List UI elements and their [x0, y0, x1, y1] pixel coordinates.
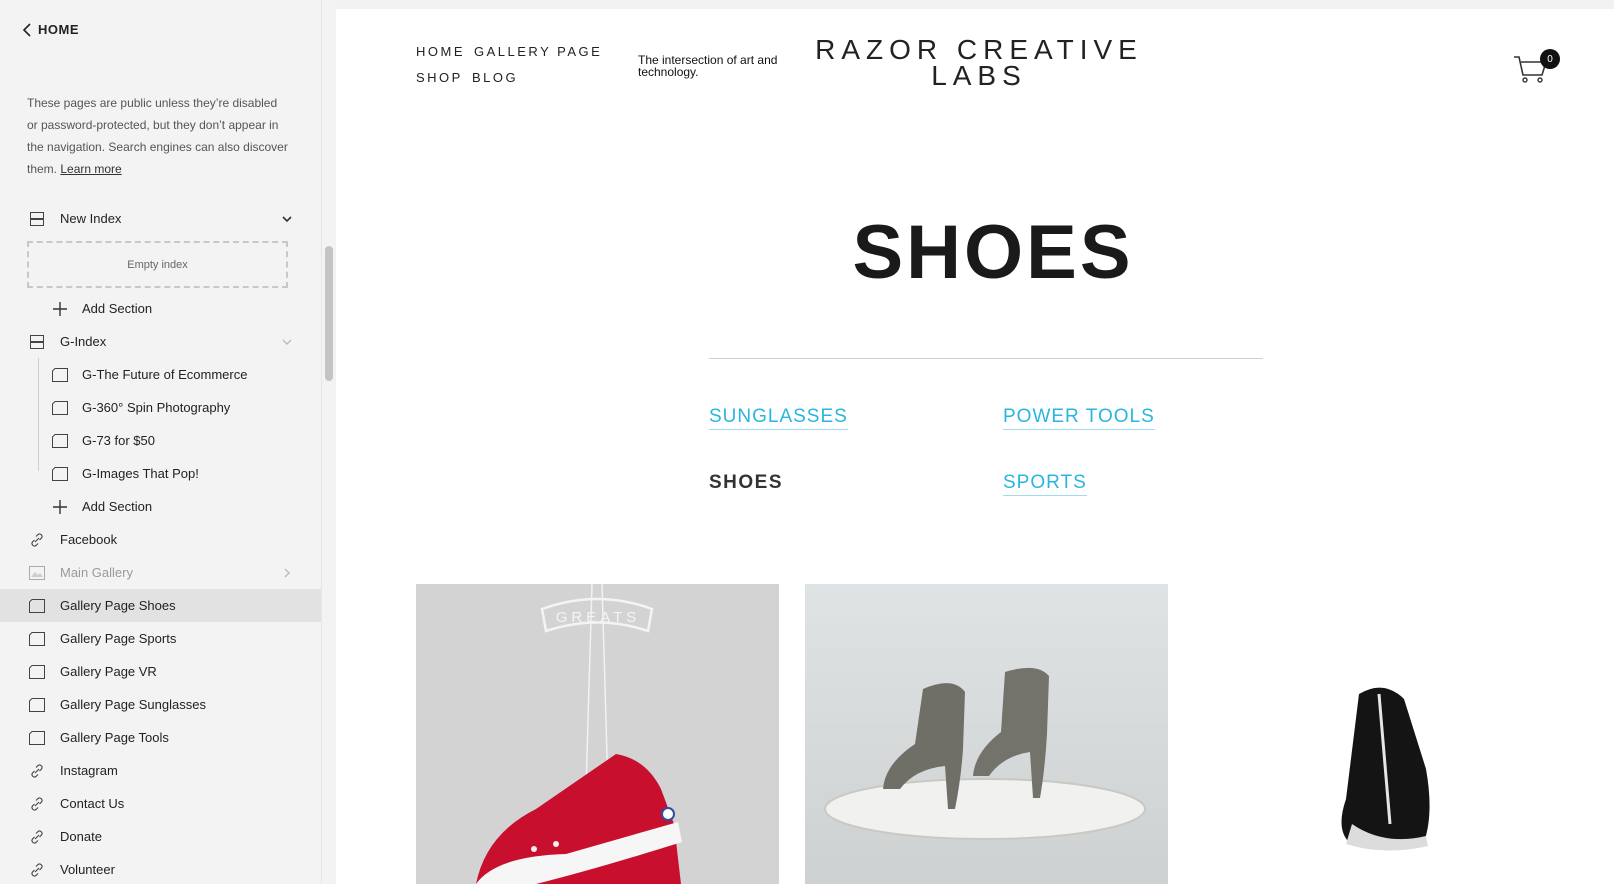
sidebar-item-facebook[interactable]: Facebook	[0, 523, 321, 556]
link-icon	[29, 796, 45, 811]
sidebar-item-label: New Index	[60, 211, 122, 226]
sidebar-item-label: Gallery Page Tools	[60, 730, 169, 745]
sidebar-item-new-index[interactable]: New Index	[0, 202, 321, 235]
sidebar-item-label: G-Images That Pop!	[82, 466, 199, 481]
page-icon	[29, 598, 45, 613]
add-section-label: Add Section	[82, 499, 153, 514]
sidebar-item-g-future-ecommerce[interactable]: G-The Future of Ecommerce	[0, 358, 321, 391]
sidebar-scrollbar-thumb[interactable]	[325, 246, 333, 381]
sidebar-item-label: Donate	[60, 829, 102, 844]
pages-sidebar: HOME ⌃ These pages are public unless the…	[0, 0, 321, 884]
chevron-up-icon[interactable]: ⌃	[284, 76, 292, 81]
sidebar-item-label: Facebook	[60, 532, 118, 547]
sidebar-item-main-gallery[interactable]: Main Gallery	[0, 556, 321, 589]
heeled-boots-image	[824, 667, 1146, 840]
sidebar-item-label: G-Index	[60, 334, 107, 349]
category-link-power-tools[interactable]: POWER TOOLS	[1003, 406, 1155, 430]
page-icon	[29, 631, 45, 646]
sidebar-item-g-360-spin[interactable]: G-360° Spin Photography	[0, 391, 321, 424]
index-icon	[29, 211, 45, 226]
sidebar-item-label: Gallery Page Shoes	[60, 598, 176, 613]
cart-count-badge: 0	[1540, 49, 1560, 69]
sidebar-item-label: Gallery Page VR	[60, 664, 157, 679]
divider	[709, 358, 1263, 359]
sidebar-item-gallery-page-tools[interactable]: Gallery Page Tools	[0, 721, 321, 754]
sidebar-scrollbar-track	[321, 0, 335, 884]
sidebar-item-volunteer[interactable]: Volunteer	[0, 853, 321, 884]
nav-link-blog[interactable]: BLOG	[472, 70, 518, 85]
chevron-down-icon[interactable]	[281, 213, 293, 225]
sidebar-item-donate[interactable]: Donate	[0, 820, 321, 853]
chevron-down-icon[interactable]	[281, 336, 293, 348]
site-title[interactable]: RAZOR CREATIVE LABS	[794, 36, 1164, 90]
sidebar-item-instagram[interactable]: Instagram	[0, 754, 321, 787]
category-current-shoes: SHOES	[709, 472, 784, 493]
sidebar-item-g-index[interactable]: G-Index	[0, 325, 321, 358]
page-icon	[52, 466, 68, 481]
index-icon	[29, 334, 45, 349]
black-sneaker-image	[1341, 687, 1430, 851]
gallery-image-heeled-boots[interactable]	[805, 584, 1168, 884]
red-sneakers-image: GREATS	[476, 584, 682, 884]
nav-link-shop[interactable]: SHOP	[416, 70, 463, 85]
sidebar-item-label: Instagram	[60, 763, 118, 778]
sidebar-item-contact-us[interactable]: Contact Us	[0, 787, 321, 820]
sidebar-item-gallery-page-shoes[interactable]: Gallery Page Shoes	[0, 589, 321, 622]
sidebar-item-label: Volunteer	[60, 862, 115, 877]
link-icon	[29, 829, 45, 844]
plus-icon	[52, 301, 68, 316]
page-icon	[52, 400, 68, 415]
page-icon	[52, 433, 68, 448]
sidebar-item-label: Gallery Page Sunglasses	[60, 697, 206, 712]
sidebar-item-g-images-that-pop[interactable]: G-Images That Pop!	[0, 457, 321, 490]
sidebar-item-label: Gallery Page Sports	[60, 631, 177, 646]
greats-print: GREATS	[556, 609, 641, 626]
pages-list: ⌃ These pages are public unless they’re …	[0, 76, 321, 884]
sidebar-item-label: G-360° Spin Photography	[82, 400, 231, 415]
site-tagline: The intersection of art and technology.	[638, 53, 778, 79]
empty-index-placeholder: Empty index	[27, 241, 288, 288]
link-icon	[29, 763, 45, 778]
learn-more-link[interactable]: Learn more	[60, 162, 121, 176]
gallery-icon	[29, 565, 45, 580]
category-link-sunglasses[interactable]: SUNGLASSES	[709, 406, 848, 430]
sidebar-item-gallery-page-vr[interactable]: Gallery Page VR	[0, 655, 321, 688]
page-icon	[52, 367, 68, 382]
chevron-right-icon[interactable]	[281, 567, 293, 579]
sidebar-item-label: Main Gallery	[60, 565, 133, 580]
home-back-label: HOME	[38, 22, 79, 37]
link-icon	[29, 862, 45, 877]
link-icon	[29, 532, 45, 547]
chevron-left-icon	[22, 22, 31, 37]
sidebar-item-gallery-page-sports[interactable]: Gallery Page Sports	[0, 622, 321, 655]
add-section-button[interactable]: Add Section	[0, 292, 321, 325]
add-section-button[interactable]: Add Section	[0, 490, 321, 523]
sidebar-item-label: G-73 for $50	[82, 433, 155, 448]
nav-link-gallery-page[interactable]: GALLERY PAGE	[474, 44, 602, 59]
page-icon	[29, 664, 45, 679]
page-icon	[29, 697, 45, 712]
sidebar-item-gallery-page-sunglasses[interactable]: Gallery Page Sunglasses	[0, 688, 321, 721]
category-link-sports[interactable]: SPORTS	[1003, 472, 1087, 496]
sidebar-item-g-73-for-50[interactable]: G-73 for $50	[0, 424, 321, 457]
home-back-button[interactable]: HOME	[22, 22, 79, 37]
plus-icon	[52, 499, 68, 514]
site-preview: HOME GALLERY PAGE SHOP BLOG The intersec…	[336, 9, 1614, 884]
sidebar-item-label: G-The Future of Ecommerce	[82, 367, 248, 382]
gallery-image-red-sneakers[interactable]: GREATS	[416, 584, 779, 884]
add-section-label: Add Section	[82, 301, 153, 316]
nav-link-home[interactable]: HOME	[416, 44, 465, 59]
page-title: SHOES	[852, 210, 1134, 295]
sidebar-item-label: Contact Us	[60, 796, 125, 811]
not-linked-description: These pages are public unless they’re di…	[27, 92, 289, 180]
gallery-image-black-sneaker[interactable]	[1194, 584, 1557, 884]
page-icon	[29, 730, 45, 745]
